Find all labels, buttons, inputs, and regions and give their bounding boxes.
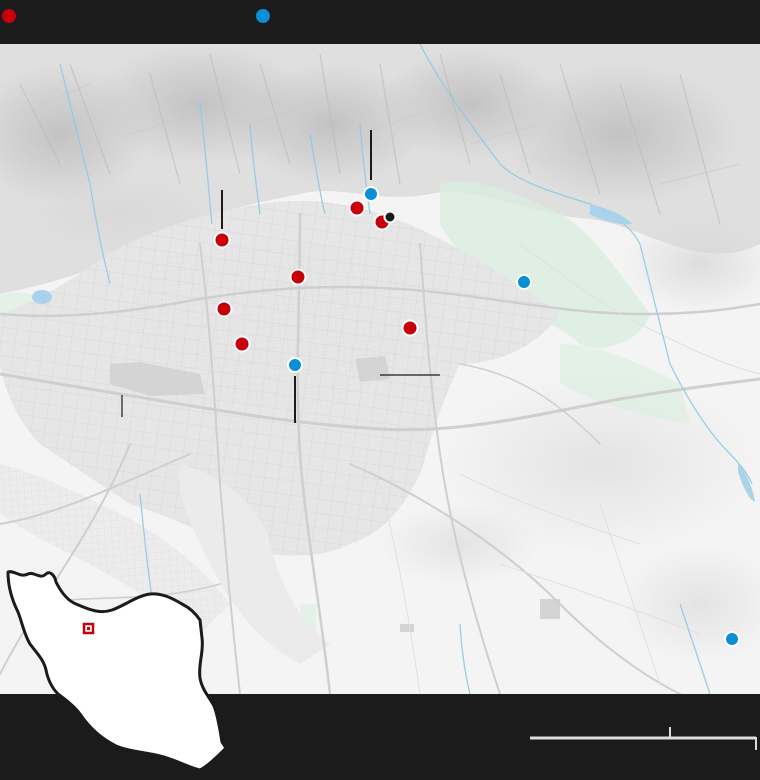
- legend-red-marker: [2, 9, 16, 23]
- marker-red-3: [215, 300, 233, 318]
- inset-country-shape: [6, 570, 228, 772]
- marker-black-1: [383, 210, 397, 224]
- inset-country-map: [6, 570, 228, 772]
- marker-blue-3: [287, 357, 303, 373]
- scale-bar: [530, 727, 757, 750]
- marker-red-2: [289, 268, 307, 286]
- marker-red-5: [348, 199, 366, 217]
- marker-red-1: [213, 231, 231, 249]
- map-figure: [0, 0, 760, 780]
- legend-blue-marker: [256, 9, 270, 23]
- marker-red-4: [233, 335, 251, 353]
- marker-blue-4: [724, 631, 740, 647]
- marker-blue-1: [363, 186, 379, 202]
- marker-red-7: [401, 319, 419, 337]
- legend-bar: [0, 0, 760, 44]
- marker-blue-2: [516, 274, 532, 290]
